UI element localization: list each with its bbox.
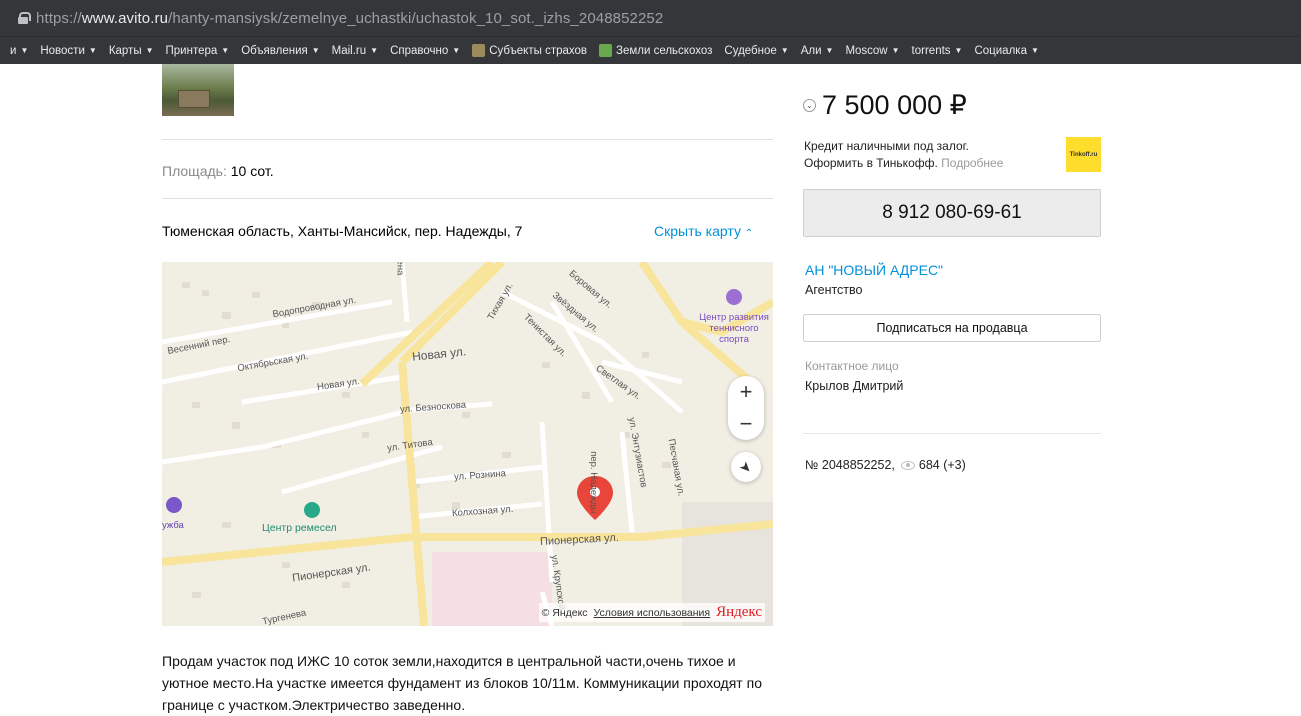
bookmark-item[interactable]: Субъекты страхов [466, 44, 593, 57]
bookmark-item[interactable]: Новости ▼ [34, 45, 102, 57]
show-phone-button[interactable]: 8 912 080-69-61 [803, 189, 1101, 237]
price-row: ⌄ 7 500 000 ₽ [803, 90, 967, 121]
poi-label-druzhba[interactable]: ужба [162, 520, 184, 531]
dropdown-triangle-icon: ▼ [88, 46, 97, 55]
zoom-control: + − [728, 376, 764, 440]
contact-label: Контактное лицо [805, 359, 899, 373]
seller-type: Агентство [805, 283, 863, 297]
bookmark-item[interactable]: Земли сельскохоз [593, 44, 718, 57]
map[interactable]: Водопроводная ул. Весенний пер. Октябрьс… [162, 262, 773, 626]
bookmark-item[interactable]: Справочно ▼ [384, 45, 466, 57]
bookmark-item[interactable]: Социалка ▼ [968, 45, 1044, 57]
map-label: ена [394, 262, 406, 276]
dropdown-triangle-icon: ▼ [1030, 46, 1039, 55]
map-label: пер. Надежды [587, 451, 599, 514]
listing-photo-thumbnail[interactable] [162, 64, 234, 116]
dropdown-triangle-icon: ▼ [145, 46, 154, 55]
bookmark-item[interactable]: Moscow ▼ [839, 45, 905, 57]
dropdown-triangle-icon: ▼ [891, 46, 900, 55]
hide-map-link[interactable]: Скрыть карту ⌃ [654, 223, 753, 239]
poi-label-tennis[interactable]: Центр развития теннисного спорта [694, 312, 773, 345]
bookmark-label: Али [800, 44, 822, 57]
seller-name-link[interactable]: АН "НОВЫЙ АДРЕС" [805, 262, 943, 278]
hide-map-label: Скрыть карту [654, 223, 741, 239]
eye-icon [900, 460, 915, 470]
dropdown-triangle-icon: ▼ [780, 46, 789, 55]
bookmark-label: Новости [40, 44, 85, 57]
bookmark-label: Moscow [845, 44, 888, 57]
bookmark-label: Карты [108, 44, 142, 57]
bookmark-item[interactable]: Mail.ru ▼ [326, 45, 384, 57]
dropdown-triangle-icon: ▼ [20, 46, 29, 55]
address-bar[interactable]: https://www.avito.ru/hanty-mansiysk/zeme… [0, 0, 1301, 36]
yandex-logo[interactable]: Яндекс [716, 604, 762, 621]
subscribe-seller-button[interactable]: Подписаться на продавца [803, 314, 1101, 342]
zoom-in-button[interactable]: + [728, 376, 764, 408]
bookmark-label: Судебное [724, 44, 777, 57]
bookmark-label: Социалка [974, 44, 1027, 57]
map-canvas [162, 262, 773, 626]
bookmark-label: Земли сельскохоз [616, 44, 713, 57]
dropdown-triangle-icon: ▼ [370, 46, 379, 55]
bookmark-label: torrents [911, 44, 951, 57]
ad-meta: № 2048852252, 684 (+3) [805, 458, 966, 472]
tinkoff-logo[interactable]: Tinkoff.ru [1066, 137, 1101, 172]
bookmark-label: Mail.ru [331, 44, 367, 57]
bookmark-item[interactable]: и ▼ [4, 45, 34, 57]
bookmark-item[interactable]: Карты ▼ [103, 45, 160, 57]
bookmark-label: Объявления [241, 44, 308, 57]
bookmark-label: Субъекты страхов [489, 44, 587, 57]
credit-line-2: Оформить в Тинькофф. [804, 156, 938, 170]
area-row: Площадь: 10 сот. [162, 163, 274, 179]
bookmark-label: Справочно [390, 44, 449, 57]
bookmark-item[interactable]: torrents ▼ [906, 45, 969, 57]
area-value: 10 сот. [230, 163, 274, 179]
area-label: Площадь: [162, 163, 227, 179]
navigation-arrow-icon: ➤ [736, 456, 757, 477]
credit-line-1: Кредит наличными под залог. [804, 139, 969, 153]
zoom-out-button[interactable]: − [728, 408, 764, 440]
bookmarks-bar: и ▼ Новости ▼ Карты ▼ Принтера ▼ Объявления ▼ Mail… [0, 36, 1301, 64]
divider [162, 139, 773, 140]
dropdown-triangle-icon: ▼ [221, 46, 230, 55]
geolocation-button[interactable]: ➤ [731, 452, 761, 482]
divider [162, 198, 773, 199]
lock-icon [18, 12, 31, 24]
dropdown-triangle-icon: ▼ [954, 46, 963, 55]
contact-name: Крылов Дмитрий [805, 379, 904, 393]
credit-more-link[interactable]: Подробнее [941, 156, 1003, 170]
map-terms-link[interactable]: Условия использования [594, 607, 711, 619]
listing-address: Тюменская область, Ханты-Мансийск, пер. … [162, 223, 523, 239]
price: 7 500 000 ₽ [822, 90, 967, 120]
dropdown-triangle-icon: ▼ [311, 46, 320, 55]
bookmark-item[interactable]: Принтера ▼ [160, 45, 236, 57]
bookmark-item[interactable]: Объявления ▼ [235, 45, 325, 57]
currency-dropdown-icon[interactable]: ⌄ [803, 99, 816, 112]
leaf-icon [599, 44, 612, 57]
dropdown-triangle-icon: ▼ [452, 46, 461, 55]
listing-description: Продам участок под ИЖС 10 соток земли,на… [162, 653, 762, 713]
bookmark-item[interactable]: Судебное ▼ [718, 45, 794, 57]
map-copyright: © Яндекс [541, 606, 588, 619]
chevron-up-icon: ⌃ [744, 228, 754, 239]
url-text[interactable]: https://www.avito.ru/hanty-mansiysk/zeme… [36, 10, 663, 27]
bookmark-label: Принтера [165, 44, 218, 57]
views-count: 684 (+3) [918, 458, 966, 472]
emblem-icon [472, 44, 486, 57]
map-footer: © Яндекс Условия использования Яндекс [538, 603, 765, 622]
credit-offer: Кредит наличными под залог. Оформить в Т… [804, 138, 1003, 172]
poi-label-crafts[interactable]: Центр ремесел [262, 522, 337, 534]
bookmark-label: и [10, 44, 17, 57]
bookmark-item[interactable]: Али ▼ [795, 45, 840, 57]
dropdown-triangle-icon: ▼ [825, 46, 834, 55]
divider [803, 433, 1101, 434]
ad-number: № 2048852252, [805, 458, 895, 472]
